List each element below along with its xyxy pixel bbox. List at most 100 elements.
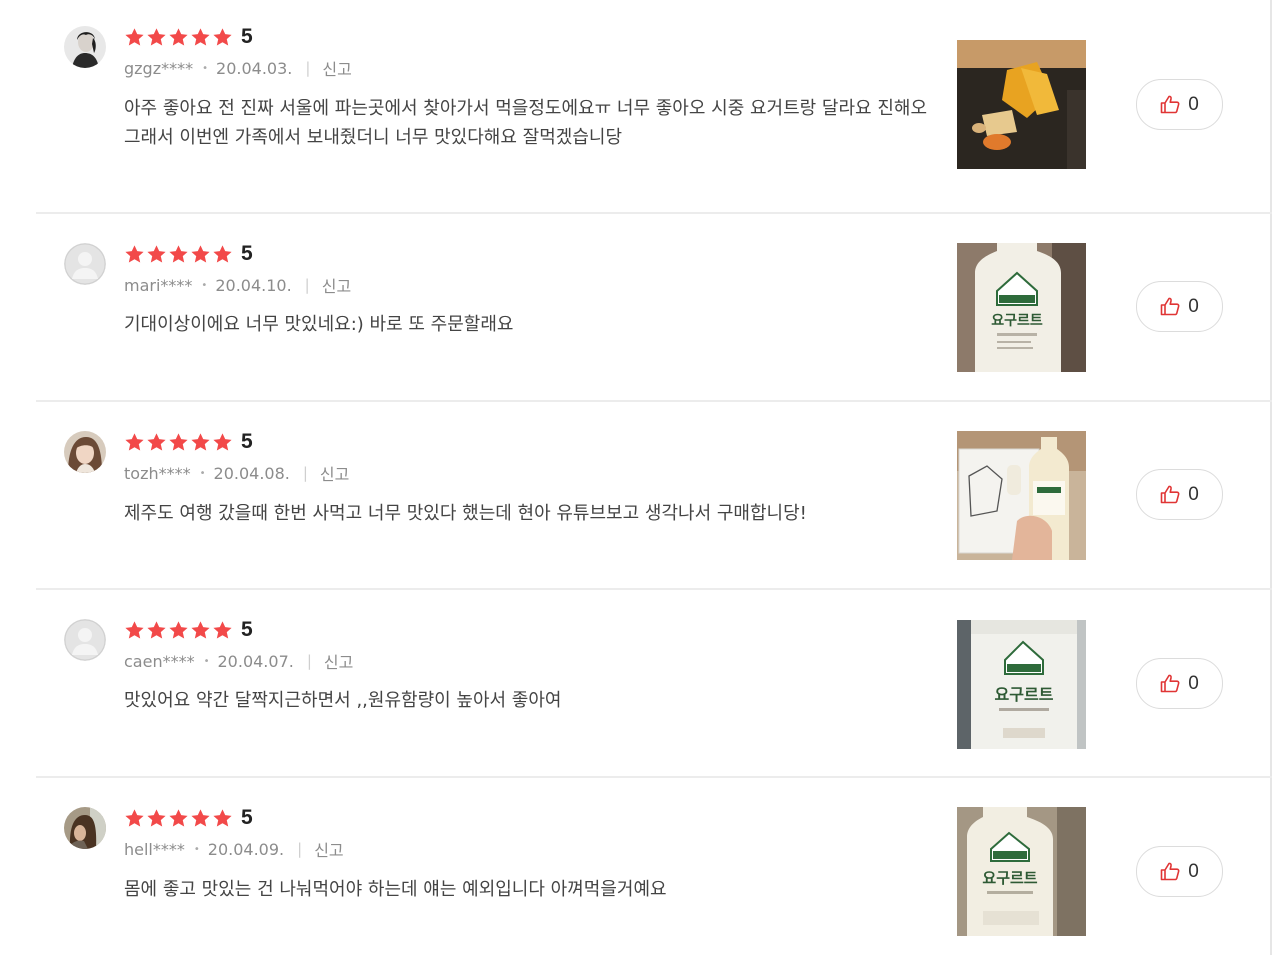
star-icon <box>213 244 232 263</box>
rating-stars: 5 <box>124 806 253 830</box>
rating-score: 5 <box>241 25 253 48</box>
thumbs-up-icon <box>1160 862 1180 881</box>
rating-score: 5 <box>241 242 253 265</box>
star-icon <box>125 620 144 639</box>
star-icon <box>147 620 166 639</box>
star-icon <box>191 620 210 639</box>
report-link[interactable]: 신고 <box>320 461 349 485</box>
review-item: 5 tozh**** • 20.04.08. | 신고 제주도 여행 갔을때 한… <box>36 402 1272 588</box>
report-link[interactable]: 신고 <box>324 649 353 673</box>
like-count: 0 <box>1188 483 1199 505</box>
meta-divider: | <box>304 276 310 294</box>
review-date: 20.04.08. <box>213 463 290 483</box>
star-icon <box>191 808 210 827</box>
review-text-line: 아주 좋아요 전 진짜 서울에 파는곳에서 찾아가서 먹을정도에요ㅠ 너무 좋아… <box>124 98 928 119</box>
meta-dot: • <box>203 655 210 667</box>
meta-dot: • <box>202 62 209 74</box>
like-count: 0 <box>1188 93 1199 115</box>
svg-text:요구르트: 요구르트 <box>991 313 1043 329</box>
review-item: 5 mari**** • 20.04.10. | 신고 기대이상이에요 너무 맛… <box>36 214 1272 400</box>
meta-divider: | <box>305 59 311 77</box>
review-text: 맛있어요 약간 달짝지근하면서 ,,원유함량이 높아서 좋아여 <box>124 686 944 715</box>
review-text-line: 그래서 이번엔 가족에서 보내줬더니 너무 맛있다해요 잘먹겠습니당 <box>124 127 623 148</box>
avatar[interactable] <box>64 243 106 285</box>
star-icon <box>169 808 188 827</box>
thumbs-up-icon <box>1160 485 1180 504</box>
rating-score: 5 <box>241 806 253 829</box>
review-date: 20.04.10. <box>215 275 292 295</box>
rating-stars: 5 <box>124 430 253 454</box>
like-count: 0 <box>1188 860 1199 882</box>
default-user-icon <box>64 619 106 661</box>
meta-dot: • <box>201 279 208 291</box>
star-icon <box>169 244 188 263</box>
meta-divider: | <box>297 840 303 858</box>
review-text: 기대이상이에요 너무 맛있네요:) 바로 또 주문할래요 <box>124 310 944 339</box>
report-link[interactable]: 신고 <box>322 56 351 80</box>
star-icon <box>125 808 144 827</box>
avatar[interactable] <box>64 26 106 68</box>
stars-5 <box>124 244 234 265</box>
like-count: 0 <box>1188 672 1199 694</box>
star-icon <box>169 432 188 451</box>
review-meta: hell**** • 20.04.09. | 신고 <box>124 837 344 861</box>
review-text-line: 맛있어요 약간 달짝지근하면서 ,,원유함량이 높아서 좋아여 <box>124 690 562 711</box>
stars-5 <box>124 27 234 48</box>
review-photo[interactable]: 요구르트 <box>957 620 1086 749</box>
meta-dot: • <box>193 843 200 855</box>
star-icon <box>147 27 166 46</box>
thumbs-up-icon <box>1160 674 1180 693</box>
review-text-line: 제주도 여행 갔을때 한번 사먹고 너무 맛있다 했는데 현아 유튜브보고 생각… <box>124 503 807 524</box>
username: caen**** <box>124 651 195 671</box>
star-icon <box>147 808 166 827</box>
avatar[interactable] <box>64 619 106 661</box>
thumbs-up-icon <box>1160 297 1180 316</box>
like-button[interactable]: 0 <box>1136 79 1223 130</box>
thumbs-up-icon <box>1160 95 1180 114</box>
review-meta: gzgz**** • 20.04.03. | 신고 <box>124 56 352 80</box>
username: gzgz**** <box>124 58 194 78</box>
review-photo[interactable] <box>957 40 1086 169</box>
star-icon <box>169 620 188 639</box>
review-text: 아주 좋아요 전 진짜 서울에 파는곳에서 찾아가서 먹을정도에요ㅠ 너무 좋아… <box>124 94 944 152</box>
review-meta: tozh**** • 20.04.08. | 신고 <box>124 461 349 485</box>
default-user-icon <box>64 243 106 285</box>
report-link[interactable]: 신고 <box>322 273 351 297</box>
star-icon <box>125 432 144 451</box>
meta-divider: | <box>302 464 308 482</box>
username: hell**** <box>124 839 185 859</box>
review-text-line: 기대이상이에요 너무 맛있네요:) 바로 또 주문할래요 <box>124 314 514 335</box>
rating-stars: 5 <box>124 618 253 642</box>
review-item: 5 gzgz**** • 20.04.03. | 신고 아주 좋아요 전 진짜 … <box>36 0 1272 214</box>
star-icon <box>191 432 210 451</box>
review-date: 20.04.09. <box>207 839 285 859</box>
review-text-line: 몸에 좋고 맛있는 건 나눠먹어야 하는데 얘는 예외입니다 아껴먹을거예요 <box>124 879 667 900</box>
meta-dot: • <box>199 467 206 479</box>
report-link[interactable]: 신고 <box>314 837 343 861</box>
review-item: 5 hell**** • 20.04.09. | 신고 몸에 좋고 맛있는 건 … <box>36 778 1272 955</box>
like-button[interactable]: 0 <box>1136 469 1223 520</box>
review-photo[interactable]: 요구르트 <box>957 807 1086 936</box>
star-icon <box>213 432 232 451</box>
review-photo[interactable]: 요구르트 <box>957 243 1086 372</box>
review-text: 제주도 여행 갔을때 한번 사먹고 너무 맛있다 했는데 현아 유튜브보고 생각… <box>124 499 944 528</box>
star-icon <box>125 27 144 46</box>
review-meta: caen**** • 20.04.07. | 신고 <box>124 649 353 673</box>
like-button[interactable]: 0 <box>1136 846 1223 897</box>
rating-stars: 5 <box>124 242 253 266</box>
review-photo[interactable] <box>957 431 1086 560</box>
meta-divider: | <box>306 652 312 670</box>
avatar[interactable] <box>64 807 106 849</box>
star-icon <box>213 620 232 639</box>
rating-score: 5 <box>241 618 253 641</box>
star-icon <box>191 244 210 263</box>
review-item: 5 caen**** • 20.04.07. | 신고 맛있어요 약간 달짝지근… <box>36 590 1272 776</box>
star-icon <box>169 27 188 46</box>
like-button[interactable]: 0 <box>1136 658 1223 709</box>
star-icon <box>213 808 232 827</box>
review-text: 몸에 좋고 맛있는 건 나눠먹어야 하는데 얘는 예외입니다 아껴먹을거예요 <box>124 875 944 904</box>
like-button[interactable]: 0 <box>1136 281 1223 332</box>
star-icon <box>213 27 232 46</box>
avatar[interactable] <box>64 431 106 473</box>
review-date: 20.04.03. <box>216 58 293 78</box>
